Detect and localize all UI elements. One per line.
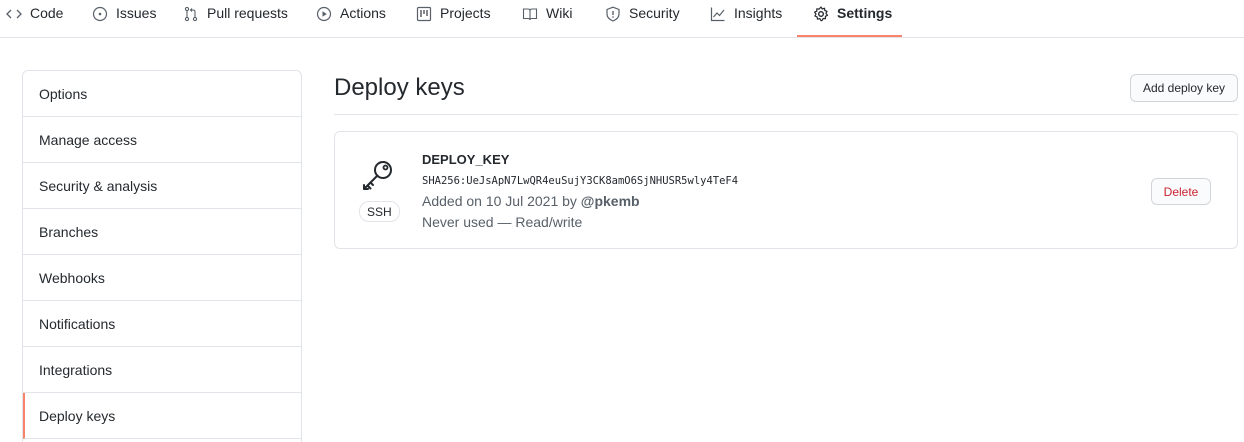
add-deploy-key-button[interactable]: Add deploy key <box>1130 74 1238 102</box>
sidebar-item-integrations[interactable]: Integrations <box>23 347 301 393</box>
sidebar-item-manage-access[interactable]: Manage access <box>23 117 301 163</box>
repo-nav: Code Issues Pull requests Actions Projec… <box>0 0 1244 38</box>
sidebar-item-label: Branches <box>39 223 99 240</box>
tab-pull-requests[interactable]: Pull requests <box>183 0 288 38</box>
deploy-key-added: Added on 10 Jul 2021 by @pkemb <box>422 193 640 209</box>
issue-opened-icon <box>92 6 108 22</box>
deploy-key-added-text: Added on 10 Jul 2021 by <box>422 193 577 209</box>
sidebar-item-label: Security & analysis <box>39 177 158 194</box>
tab-security[interactable]: Security <box>605 0 680 38</box>
shield-icon <box>605 6 621 22</box>
tab-projects[interactable]: Projects <box>416 0 491 38</box>
code-icon <box>6 6 22 22</box>
deploy-key-usage: Never used — Read/write <box>422 214 583 230</box>
tab-security-label: Security <box>629 5 680 21</box>
deploy-key-item: SSH DEPLOY_KEY SHA256:UeJsApN7LwQR4euSuj… <box>334 131 1238 249</box>
gear-icon <box>813 6 829 22</box>
sidebar-item-security-analysis[interactable]: Security & analysis <box>23 163 301 209</box>
sidebar-item-webhooks[interactable]: Webhooks <box>23 255 301 301</box>
tab-insights[interactable]: Insights <box>710 0 782 38</box>
git-pull-request-icon <box>183 6 199 22</box>
sidebar-item-label: Notifications <box>39 315 116 332</box>
project-icon <box>416 6 432 22</box>
tab-issues[interactable]: Issues <box>92 0 156 38</box>
sidebar-item-label: Webhooks <box>39 269 105 286</box>
deploy-key-fingerprint: SHA256:UeJsApN7LwQR4euSujY3CK8amO6SjNHUS… <box>422 175 739 187</box>
sidebar-item-label: Options <box>39 85 88 102</box>
sidebar-item-label: Manage access <box>39 131 138 148</box>
sidebar-item-options[interactable]: Options <box>23 71 301 117</box>
sidebar-item-branches[interactable]: Branches <box>23 209 301 255</box>
title-divider <box>334 114 1238 115</box>
sidebar-item-notifications[interactable]: Notifications <box>23 301 301 347</box>
sidebar-item-label: Deploy keys <box>39 407 116 424</box>
graph-icon <box>710 6 726 22</box>
tab-settings[interactable]: Settings <box>813 0 892 38</box>
key-icon <box>361 158 395 192</box>
page-title: Deploy keys <box>334 74 465 101</box>
ssh-badge: SSH <box>359 201 400 222</box>
book-icon <box>522 6 538 22</box>
tab-actions-label: Actions <box>340 5 386 21</box>
deploy-key-name: DEPLOY_KEY <box>422 152 510 167</box>
tab-wiki-label: Wiki <box>546 5 573 21</box>
tab-pull-requests-label: Pull requests <box>207 5 288 21</box>
deploy-key-author-link[interactable]: @pkemb <box>581 193 640 209</box>
tab-wiki[interactable]: Wiki <box>522 0 572 38</box>
tab-code[interactable]: Code <box>6 0 63 38</box>
delete-button[interactable]: Delete <box>1151 178 1211 205</box>
settings-sidebar: Options Manage access Security & analysi… <box>22 70 302 442</box>
tab-insights-label: Insights <box>734 5 783 21</box>
selected-tab-underline <box>797 35 902 37</box>
tab-settings-label: Settings <box>837 5 893 21</box>
tab-actions[interactable]: Actions <box>316 0 386 38</box>
tab-projects-label: Projects <box>440 5 491 21</box>
sidebar-item-deploy-keys[interactable]: Deploy keys <box>23 393 301 439</box>
sidebar-item-label: Integrations <box>39 361 113 378</box>
play-icon <box>316 6 332 22</box>
tab-issues-label: Issues <box>116 5 157 21</box>
tab-code-label: Code <box>30 5 64 21</box>
